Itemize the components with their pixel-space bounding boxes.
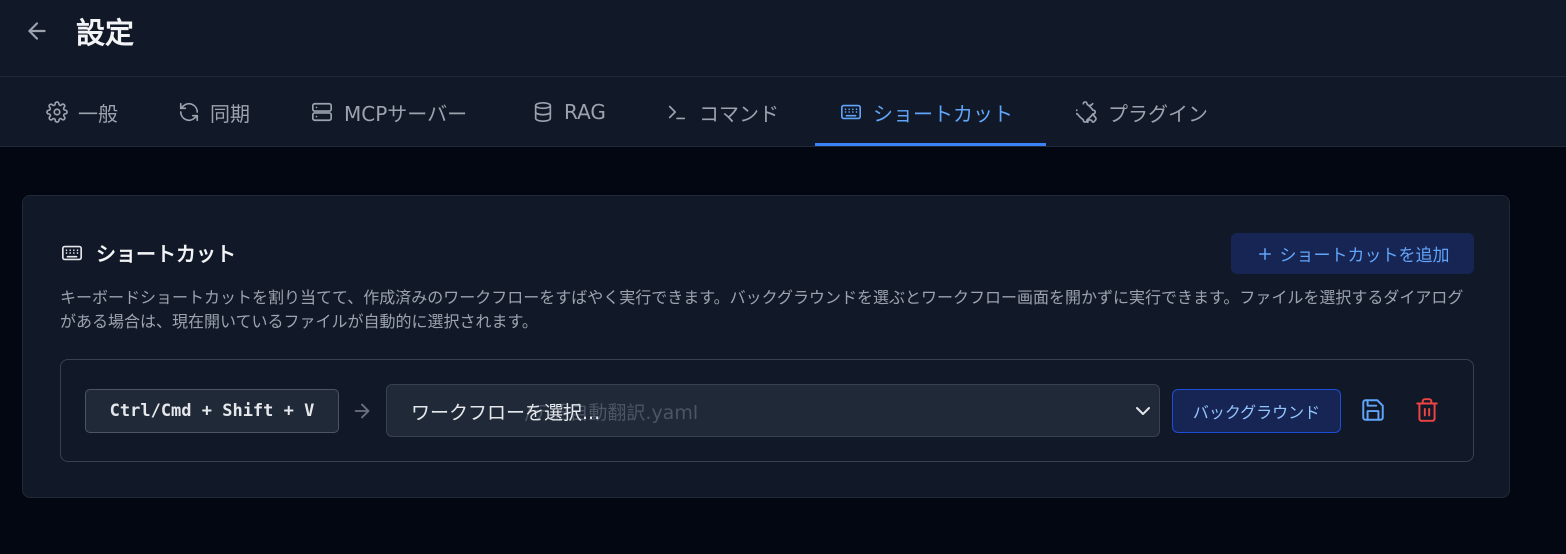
page-title: 設定 xyxy=(76,16,135,50)
tab-general[interactable]: 一般 xyxy=(46,77,118,147)
workflow-select-value: ワークフローを選択... xyxy=(411,402,601,424)
tab-label: プラグイン xyxy=(1108,101,1208,126)
tab-label: 同期 xyxy=(210,101,250,126)
gear-icon xyxy=(46,101,68,123)
save-icon xyxy=(1362,399,1384,421)
back-arrow-icon[interactable] xyxy=(22,16,52,46)
workflow-select[interactable]: ワークフロー/テ語自動翻訳.yaml ワークフローを選択... xyxy=(386,384,1160,437)
tab-shortcuts[interactable]: ショートカット xyxy=(839,77,1013,147)
tab-label: RAG xyxy=(564,100,606,124)
tab-commands[interactable]: コマンド xyxy=(665,77,779,147)
tab-plugins[interactable]: プラグイン xyxy=(1076,77,1208,147)
shortcut-row: Ctrl/Cmd + Shift + V ワークフロー/テ語自動翻訳.yaml … xyxy=(60,359,1474,462)
add-shortcut-button[interactable]: ショートカットを追加 xyxy=(1231,233,1474,274)
add-shortcut-label: ショートカットを追加 xyxy=(1279,246,1450,266)
tab-mcp-servers[interactable]: MCPサーバー xyxy=(310,77,467,147)
header: 設定 xyxy=(0,0,1566,77)
shortcuts-card: ショートカット ショートカットを追加 キーボードショートカットを割り当てて、作成… xyxy=(22,195,1510,498)
arrow-right-icon xyxy=(354,403,370,419)
section-title: ショートカット xyxy=(96,242,236,266)
tab-label: 一般 xyxy=(78,101,118,126)
puzzle-icon xyxy=(1076,101,1097,123)
plus-icon xyxy=(1258,247,1271,260)
active-tab-indicator xyxy=(815,143,1046,146)
section-heading: ショートカット xyxy=(60,238,236,267)
tab-label: ショートカット xyxy=(873,101,1013,126)
keyboard-icon xyxy=(841,104,861,120)
section-description: キーボードショートカットを割り当てて、作成済みのワークフローをすばやく実行できま… xyxy=(60,288,1464,331)
key-combo-input[interactable]: Ctrl/Cmd + Shift + V xyxy=(85,389,339,433)
database-icon xyxy=(534,102,552,122)
tab-sync[interactable]: 同期 xyxy=(178,77,250,147)
server-icon xyxy=(312,102,332,122)
terminal-icon xyxy=(668,105,686,120)
tab-bar: 一般 同期 MCPサーバー RAG コマンド ショートカット プラグイン xyxy=(0,77,1566,147)
trash-icon xyxy=(1416,398,1438,422)
save-button[interactable] xyxy=(1360,397,1386,427)
tab-label: MCPサーバー xyxy=(344,101,468,126)
keyboard-icon xyxy=(62,245,82,260)
delete-button[interactable] xyxy=(1414,397,1440,427)
background-toggle[interactable]: バックグラウンド xyxy=(1172,389,1341,433)
tab-rag[interactable]: RAG xyxy=(532,77,606,147)
sync-icon xyxy=(179,102,199,122)
chevron-down-icon xyxy=(1136,407,1150,415)
tab-label: コマンド xyxy=(699,101,779,126)
